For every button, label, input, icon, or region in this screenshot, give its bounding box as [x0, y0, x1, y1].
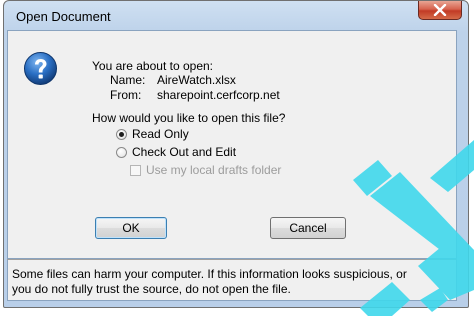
- ok-button[interactable]: OK: [95, 217, 167, 239]
- warning-line-1: Some files can harm your computer. If th…: [12, 267, 407, 281]
- close-button[interactable]: [418, 1, 462, 20]
- dialog-content: You are about to open: Name: AireWatch.x…: [7, 30, 457, 259]
- file-name-value: AireWatch.xlsx: [157, 73, 236, 87]
- from-value: sharepoint.cerfcorp.net: [157, 88, 280, 102]
- radio-button[interactable]: [116, 129, 127, 140]
- warning-line-2: you do not fully trust the source, do no…: [12, 282, 291, 296]
- open-question: How would you like to open this file?: [92, 111, 286, 125]
- radio-label[interactable]: Read Only: [132, 127, 189, 141]
- from-label: From:: [110, 88, 142, 102]
- name-label: Name:: [110, 73, 146, 87]
- close-x-icon: [433, 4, 447, 16]
- question-icon: [24, 52, 57, 85]
- radio-label[interactable]: Check Out and Edit: [132, 145, 236, 159]
- warning-footer: Some files can harm your computer. If th…: [7, 260, 457, 301]
- intro-text: You are about to open:: [92, 59, 213, 73]
- radio-button[interactable]: [116, 147, 127, 158]
- title-bar[interactable]: Open Document: [4, 1, 468, 31]
- checkbox: [130, 165, 141, 176]
- dialog-title: Open Document: [16, 9, 111, 24]
- checkbox-label: Use my local drafts folder: [146, 163, 282, 177]
- cancel-button[interactable]: Cancel: [270, 217, 346, 239]
